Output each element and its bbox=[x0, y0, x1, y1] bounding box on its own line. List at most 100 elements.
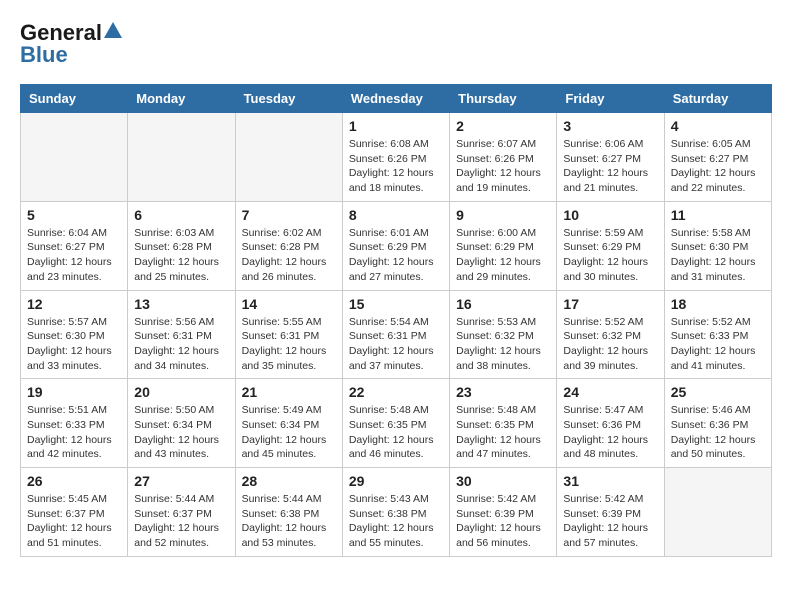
day-number: 27 bbox=[134, 473, 228, 489]
calendar-cell: 2 Sunrise: 6:07 AM Sunset: 6:26 PM Daylig… bbox=[450, 113, 557, 202]
day-info: Sunrise: 5:56 AM Sunset: 6:31 PM Dayligh… bbox=[134, 315, 228, 374]
calendar-cell: 12 Sunrise: 5:57 AM Sunset: 6:30 PM Dayli… bbox=[21, 290, 128, 379]
day-number: 30 bbox=[456, 473, 550, 489]
day-number: 26 bbox=[27, 473, 121, 489]
calendar-cell: 25Sunrise: 5:46 AM Sunset: 6:36 PM Dayli… bbox=[664, 379, 771, 468]
calendar-cell: 16 Sunrise: 5:53 AM Sunset: 6:32 PM Dayli… bbox=[450, 290, 557, 379]
day-info: Sunrise: 6:05 AM Sunset: 6:27 PM Dayligh… bbox=[671, 137, 765, 196]
column-header-thursday: Thursday bbox=[450, 85, 557, 113]
day-number: 7 bbox=[242, 207, 336, 223]
calendar-week-row: 5 Sunrise: 6:04 AM Sunset: 6:27 PM Daylig… bbox=[21, 201, 772, 290]
day-number: 28 bbox=[242, 473, 336, 489]
day-info: Sunrise: 5:55 AM Sunset: 6:31 PM Dayligh… bbox=[242, 315, 336, 374]
day-info: Sunrise: 5:59 AM Sunset: 6:29 PM Dayligh… bbox=[563, 226, 657, 285]
day-info: Sunrise: 5:48 AM Sunset: 6:35 PM Dayligh… bbox=[349, 403, 443, 462]
calendar-cell: 22 Sunrise: 5:48 AM Sunset: 6:35 PM Dayli… bbox=[342, 379, 449, 468]
day-number: 23 bbox=[456, 384, 550, 400]
calendar-cell: 3 Sunrise: 6:06 AM Sunset: 6:27 PM Daylig… bbox=[557, 113, 664, 202]
day-number: 31 bbox=[563, 473, 657, 489]
calendar-cell: 14 Sunrise: 5:55 AM Sunset: 6:31 PM Dayli… bbox=[235, 290, 342, 379]
calendar-cell: 4 Sunrise: 6:05 AM Sunset: 6:27 PM Daylig… bbox=[664, 113, 771, 202]
logo-icon bbox=[104, 22, 122, 40]
calendar-cell: 23 Sunrise: 5:48 AM Sunset: 6:35 PM Dayli… bbox=[450, 379, 557, 468]
calendar-cell: 11 Sunrise: 5:58 AM Sunset: 6:30 PM Dayli… bbox=[664, 201, 771, 290]
day-info: Sunrise: 5:52 AM Sunset: 6:33 PM Dayligh… bbox=[671, 315, 765, 374]
logo-blue-text: Blue bbox=[20, 42, 68, 68]
column-header-sunday: Sunday bbox=[21, 85, 128, 113]
day-number: 6 bbox=[134, 207, 228, 223]
calendar-cell: 21Sunrise: 5:49 AM Sunset: 6:34 PM Dayli… bbox=[235, 379, 342, 468]
day-info: Sunrise: 6:01 AM Sunset: 6:29 PM Dayligh… bbox=[349, 226, 443, 285]
calendar-cell bbox=[235, 113, 342, 202]
day-info: Sunrise: 5:58 AM Sunset: 6:30 PM Dayligh… bbox=[671, 226, 765, 285]
day-info: Sunrise: 6:04 AM Sunset: 6:27 PM Dayligh… bbox=[27, 226, 121, 285]
day-info: Sunrise: 5:51 AM Sunset: 6:33 PM Dayligh… bbox=[27, 403, 121, 462]
column-header-monday: Monday bbox=[128, 85, 235, 113]
calendar-cell: 7 Sunrise: 6:02 AM Sunset: 6:28 PM Daylig… bbox=[235, 201, 342, 290]
day-info: Sunrise: 5:54 AM Sunset: 6:31 PM Dayligh… bbox=[349, 315, 443, 374]
calendar-cell: 19 Sunrise: 5:51 AM Sunset: 6:33 PM Dayli… bbox=[21, 379, 128, 468]
day-info: Sunrise: 5:57 AM Sunset: 6:30 PM Dayligh… bbox=[27, 315, 121, 374]
calendar-cell: 26 Sunrise: 5:45 AM Sunset: 6:37 PM Dayli… bbox=[21, 468, 128, 557]
calendar-cell: 31Sunrise: 5:42 AM Sunset: 6:39 PM Dayli… bbox=[557, 468, 664, 557]
day-number: 13 bbox=[134, 296, 228, 312]
day-number: 12 bbox=[27, 296, 121, 312]
day-info: Sunrise: 6:02 AM Sunset: 6:28 PM Dayligh… bbox=[242, 226, 336, 285]
day-info: Sunrise: 5:50 AM Sunset: 6:34 PM Dayligh… bbox=[134, 403, 228, 462]
calendar-week-row: 12 Sunrise: 5:57 AM Sunset: 6:30 PM Dayli… bbox=[21, 290, 772, 379]
day-info: Sunrise: 6:06 AM Sunset: 6:27 PM Dayligh… bbox=[563, 137, 657, 196]
day-number: 11 bbox=[671, 207, 765, 223]
day-info: Sunrise: 5:43 AM Sunset: 6:38 PM Dayligh… bbox=[349, 492, 443, 551]
day-number: 17 bbox=[563, 296, 657, 312]
day-info: Sunrise: 5:53 AM Sunset: 6:32 PM Dayligh… bbox=[456, 315, 550, 374]
day-info: Sunrise: 5:44 AM Sunset: 6:37 PM Dayligh… bbox=[134, 492, 228, 551]
day-info: Sunrise: 5:47 AM Sunset: 6:36 PM Dayligh… bbox=[563, 403, 657, 462]
day-number: 2 bbox=[456, 118, 550, 134]
calendar-cell: 10 Sunrise: 5:59 AM Sunset: 6:29 PM Dayli… bbox=[557, 201, 664, 290]
calendar-week-row: 26 Sunrise: 5:45 AM Sunset: 6:37 PM Dayli… bbox=[21, 468, 772, 557]
calendar-cell bbox=[21, 113, 128, 202]
day-number: 18 bbox=[671, 296, 765, 312]
page-header: General Blue bbox=[20, 20, 772, 68]
calendar-cell: 1 Sunrise: 6:08 AM Sunset: 6:26 PM Daylig… bbox=[342, 113, 449, 202]
day-number: 1 bbox=[349, 118, 443, 134]
logo: General Blue bbox=[20, 20, 122, 68]
calendar-cell: 15 Sunrise: 5:54 AM Sunset: 6:31 PM Dayli… bbox=[342, 290, 449, 379]
calendar-cell: 30 Sunrise: 5:42 AM Sunset: 6:39 PM Dayli… bbox=[450, 468, 557, 557]
calendar-cell bbox=[664, 468, 771, 557]
calendar-cell: 28Sunrise: 5:44 AM Sunset: 6:38 PM Dayli… bbox=[235, 468, 342, 557]
calendar-cell: 29 Sunrise: 5:43 AM Sunset: 6:38 PM Dayli… bbox=[342, 468, 449, 557]
day-number: 24 bbox=[563, 384, 657, 400]
calendar-cell: 17 Sunrise: 5:52 AM Sunset: 6:32 PM Dayli… bbox=[557, 290, 664, 379]
day-info: Sunrise: 5:42 AM Sunset: 6:39 PM Dayligh… bbox=[456, 492, 550, 551]
calendar-cell bbox=[128, 113, 235, 202]
day-number: 3 bbox=[563, 118, 657, 134]
day-number: 29 bbox=[349, 473, 443, 489]
day-number: 15 bbox=[349, 296, 443, 312]
calendar-cell: 13 Sunrise: 5:56 AM Sunset: 6:31 PM Dayli… bbox=[128, 290, 235, 379]
day-number: 10 bbox=[563, 207, 657, 223]
day-info: Sunrise: 6:08 AM Sunset: 6:26 PM Dayligh… bbox=[349, 137, 443, 196]
day-info: Sunrise: 6:00 AM Sunset: 6:29 PM Dayligh… bbox=[456, 226, 550, 285]
column-header-tuesday: Tuesday bbox=[235, 85, 342, 113]
calendar-cell: 5 Sunrise: 6:04 AM Sunset: 6:27 PM Daylig… bbox=[21, 201, 128, 290]
calendar-cell: 8Sunrise: 6:01 AM Sunset: 6:29 PM Daylig… bbox=[342, 201, 449, 290]
day-info: Sunrise: 5:45 AM Sunset: 6:37 PM Dayligh… bbox=[27, 492, 121, 551]
column-header-saturday: Saturday bbox=[664, 85, 771, 113]
day-number: 19 bbox=[27, 384, 121, 400]
calendar-table: SundayMondayTuesdayWednesdayThursdayFrid… bbox=[20, 84, 772, 557]
day-number: 14 bbox=[242, 296, 336, 312]
column-header-wednesday: Wednesday bbox=[342, 85, 449, 113]
day-info: Sunrise: 6:07 AM Sunset: 6:26 PM Dayligh… bbox=[456, 137, 550, 196]
calendar-cell: 27 Sunrise: 5:44 AM Sunset: 6:37 PM Dayli… bbox=[128, 468, 235, 557]
day-info: Sunrise: 5:48 AM Sunset: 6:35 PM Dayligh… bbox=[456, 403, 550, 462]
day-number: 16 bbox=[456, 296, 550, 312]
day-info: Sunrise: 5:49 AM Sunset: 6:34 PM Dayligh… bbox=[242, 403, 336, 462]
column-header-friday: Friday bbox=[557, 85, 664, 113]
day-number: 5 bbox=[27, 207, 121, 223]
calendar-cell: 6Sunrise: 6:03 AM Sunset: 6:28 PM Daylig… bbox=[128, 201, 235, 290]
day-info: Sunrise: 5:52 AM Sunset: 6:32 PM Dayligh… bbox=[563, 315, 657, 374]
day-number: 4 bbox=[671, 118, 765, 134]
day-number: 22 bbox=[349, 384, 443, 400]
day-info: Sunrise: 5:46 AM Sunset: 6:36 PM Dayligh… bbox=[671, 403, 765, 462]
